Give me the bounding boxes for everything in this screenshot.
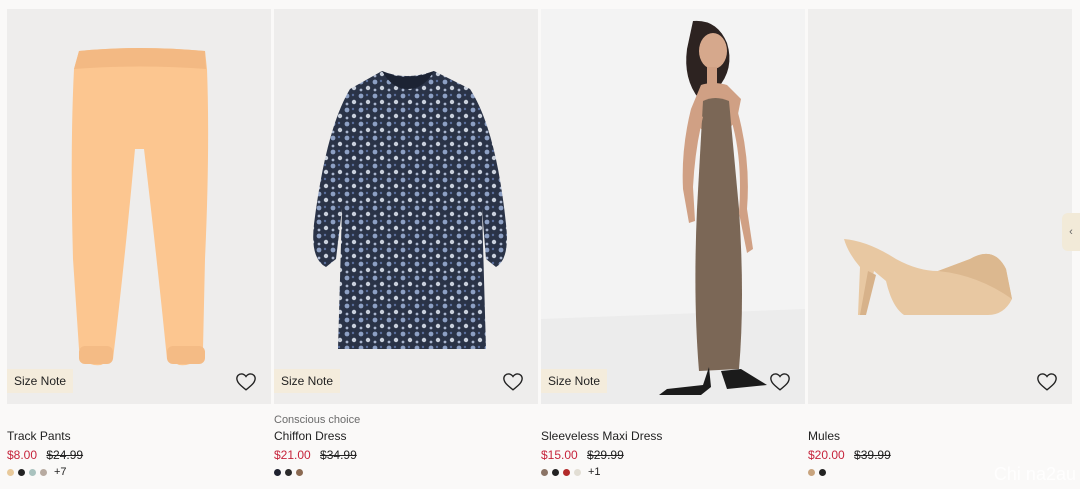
color-swatch[interactable] [819, 468, 826, 476]
color-swatch[interactable] [574, 468, 581, 476]
color-swatch[interactable] [541, 468, 548, 476]
color-swatch[interactable] [18, 468, 25, 476]
more-colors-count[interactable]: +1 [588, 466, 601, 478]
product-label: Conscious choice [274, 414, 361, 426]
color-swatch[interactable] [29, 468, 36, 476]
heart-outline-icon[interactable] [1036, 371, 1058, 393]
color-swatch[interactable] [7, 468, 14, 476]
size-note-badge[interactable]: Size Note [274, 369, 341, 393]
color-swatch[interactable] [552, 468, 559, 476]
maxi-dress-photo [541, 9, 805, 404]
product-card-chiffon-dress[interactable]: Size Note Conscious choice Chiffon Dress… [274, 9, 538, 478]
product-image[interactable]: Size Note [541, 9, 805, 404]
mules-photo [808, 9, 1072, 404]
sale-price: $20.00 [808, 448, 845, 462]
color-swatches: +7 [7, 466, 271, 478]
original-price: $34.99 [320, 448, 357, 462]
heart-outline-icon[interactable] [769, 371, 791, 393]
sale-price: $8.00 [7, 448, 38, 462]
product-card-track-pants[interactable]: Size Note Track Pants $8.00 $24.99 +7 [7, 9, 271, 478]
color-swatch[interactable] [296, 468, 303, 476]
watermark: Chi na2au [993, 464, 1076, 484]
product-card-mules[interactable]: Mules $20.00 $39.99 [808, 9, 1072, 478]
product-title[interactable]: Track Pants [7, 429, 271, 444]
sale-price: $21.00 [274, 448, 311, 462]
heart-outline-icon[interactable] [235, 371, 257, 393]
color-swatch[interactable] [808, 468, 815, 476]
color-swatch[interactable] [40, 468, 47, 476]
product-title[interactable]: Mules [808, 429, 1072, 444]
product-title[interactable]: Chiffon Dress [274, 429, 538, 444]
color-swatch[interactable] [285, 468, 292, 476]
product-card-sleeveless-maxi-dress[interactable]: Size Note Sleeveless Maxi Dress $15.00 $… [541, 9, 805, 478]
chiffon-dress-photo [274, 9, 538, 404]
product-label [7, 414, 271, 427]
chevron-right-icon: ‹ [1069, 226, 1073, 238]
sale-price: $15.00 [541, 448, 578, 462]
product-label [808, 414, 1072, 427]
original-price: $24.99 [46, 448, 84, 462]
product-title[interactable]: Sleeveless Maxi Dress [541, 429, 805, 444]
product-image[interactable]: Size Note [274, 9, 538, 404]
original-price: $39.99 [854, 448, 891, 462]
product-image[interactable] [808, 9, 1072, 404]
carousel-next-button[interactable]: ‹ [1062, 213, 1080, 251]
color-swatches: +1 [541, 466, 805, 478]
color-swatch[interactable] [563, 468, 570, 476]
size-note-badge[interactable]: Size Note [7, 369, 74, 393]
more-colors-count[interactable]: +7 [54, 466, 67, 478]
track-pants-photo [7, 9, 271, 404]
heart-outline-icon[interactable] [502, 371, 524, 393]
product-image[interactable]: Size Note [7, 9, 271, 404]
color-swatches [274, 466, 538, 478]
product-grid: Size Note Track Pants $8.00 $24.99 +7 Si… [7, 9, 1080, 489]
color-swatch[interactable] [274, 468, 281, 476]
product-label [541, 414, 805, 427]
size-note-badge[interactable]: Size Note [541, 369, 608, 393]
original-price: $29.99 [587, 448, 624, 462]
